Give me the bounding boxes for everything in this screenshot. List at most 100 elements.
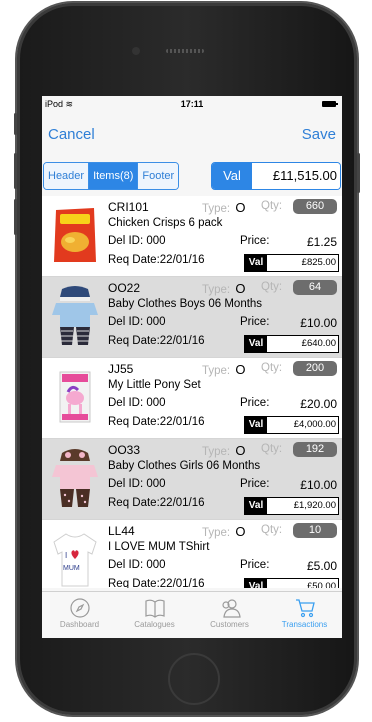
price-value: £5.00 (306, 559, 337, 573)
qty-badge[interactable]: 660 (293, 199, 337, 214)
type-value[interactable]: O (235, 524, 245, 539)
svg-text:I: I (65, 551, 67, 560)
req-date: Req Date:22/01/16 (108, 578, 205, 588)
app-screen: iPod ≋ 17:11 Cancel Save Header Items(8)… (42, 96, 342, 638)
del-id: Del ID: 000 (108, 478, 166, 490)
qty-badge[interactable]: 64 (293, 280, 337, 295)
crisps-packet-image (54, 208, 96, 262)
item-name: Baby Clothes Girls 06 Months (108, 460, 261, 472)
baby-girl-outfit-image (52, 449, 98, 507)
qty-label: Qty: (261, 362, 283, 374)
tab-transactions-label: Transactions (281, 620, 328, 629)
line-value-label: Val (245, 417, 267, 433)
qty-badge[interactable]: 10 (293, 523, 337, 538)
qty-label: Qty: (261, 200, 283, 212)
del-id: Del ID: 000 (108, 397, 166, 409)
segment-items[interactable]: Items(8) (88, 163, 138, 189)
price-value: £1.25 (306, 235, 337, 249)
line-value: Val £825.00 (244, 254, 339, 272)
price-value: £10.00 (300, 316, 337, 330)
price-label: Price: (240, 235, 270, 247)
list-item[interactable]: OO33 Baby Clothes Girls 06 Months Del ID… (42, 439, 342, 520)
line-value-label: Val (245, 255, 267, 271)
item-list[interactable]: CRI101 Chicken Crisps 6 pack Del ID: 000… (42, 196, 342, 588)
type-label: Type: (202, 284, 231, 296)
order-total-amount: £11,515.00 (252, 163, 340, 189)
req-date: Req Date:22/01/16 (108, 335, 205, 347)
item-code: OO33 (108, 443, 141, 457)
price-label: Price: (240, 559, 270, 571)
type-value[interactable]: O (235, 281, 245, 296)
tab-dashboard[interactable]: Dashboard (42, 592, 117, 638)
tab-transactions[interactable]: Transactions (267, 592, 342, 638)
list-item[interactable]: OO22 Baby Clothes Boys 06 Months Del ID:… (42, 277, 342, 358)
baby-boy-outfit-image (52, 286, 98, 345)
line-value-amount: £4,000.00 (293, 419, 336, 430)
order-total: Val £11,515.00 (211, 162, 341, 190)
cancel-button[interactable]: Cancel (48, 126, 95, 143)
segment-header[interactable]: Header (44, 163, 89, 189)
item-name: My Little Pony Set (108, 379, 201, 391)
book-icon (144, 599, 165, 618)
line-value: Val £4,000.00 (244, 416, 339, 434)
front-camera (132, 47, 140, 55)
navigation-bar: Cancel Save (42, 114, 342, 154)
type-label: Type: (202, 203, 231, 215)
line-value-label: Val (245, 336, 267, 352)
compass-icon (69, 598, 90, 618)
type-value[interactable]: O (235, 200, 245, 215)
type-field: Type: O (202, 281, 245, 296)
line-value-amount: £825.00 (301, 257, 336, 268)
type-label: Type: (202, 446, 231, 458)
svg-text:MUM: MUM (63, 565, 80, 572)
home-button[interactable] (168, 653, 220, 705)
line-value-label: Val (245, 579, 267, 588)
type-label: Type: (202, 365, 231, 377)
del-id: Del ID: 000 (108, 235, 166, 247)
type-field: Type: O (202, 524, 245, 539)
qty-badge[interactable]: 200 (293, 361, 337, 376)
list-item[interactable]: JJ55 My Little Pony Set Del ID: 000 Req … (42, 358, 342, 439)
line-value-label: Val (245, 498, 267, 514)
type-field: Type: O (202, 362, 245, 377)
type-value[interactable]: O (235, 362, 245, 377)
qty-badge[interactable]: 192 (293, 442, 337, 457)
volume-down-button (14, 199, 17, 235)
people-icon (221, 599, 241, 618)
qty-label: Qty: (261, 524, 283, 536)
power-button (357, 153, 360, 193)
req-date: Req Date:22/01/16 (108, 254, 205, 266)
list-item[interactable]: CRI101 Chicken Crisps 6 pack Del ID: 000… (42, 196, 342, 277)
save-button[interactable]: Save (302, 126, 336, 143)
item-name: Baby Clothes Boys 06 Months (108, 298, 263, 310)
volume-up-button (14, 153, 17, 189)
qty-label: Qty: (261, 281, 283, 293)
req-date: Req Date:22/01/16 (108, 416, 205, 428)
segment-footer[interactable]: Footer (137, 163, 179, 189)
status-bar: iPod ≋ 17:11 (42, 96, 342, 114)
list-item[interactable]: I MUM LL44 I LOVE MUM TShirt Del ID: 000… (42, 520, 342, 588)
item-name: I LOVE MUM TShirt (108, 541, 210, 553)
price-value: £20.00 (300, 397, 337, 411)
line-value: Val £1,920.00 (244, 497, 339, 515)
section-segmented-control: Header Items(8) Footer (43, 162, 180, 190)
item-name: Chicken Crisps 6 pack (108, 217, 223, 229)
type-value[interactable]: O (235, 443, 245, 458)
mute-switch (14, 113, 17, 135)
qty-label: Qty: (261, 443, 283, 455)
tab-bar: Dashboard Catalogues Customers Transacti… (42, 591, 342, 638)
tab-catalogues[interactable]: Catalogues (117, 592, 192, 638)
type-field: Type: O (202, 443, 245, 458)
price-label: Price: (240, 397, 270, 409)
tab-customers[interactable]: Customers (192, 592, 267, 638)
cart-icon (295, 599, 315, 618)
clock: 17:11 (180, 99, 204, 109)
order-total-label: Val (212, 163, 252, 189)
tab-customers-label: Customers (210, 620, 249, 629)
line-value: Val £50.00 (244, 578, 339, 588)
item-code: LL44 (108, 524, 135, 538)
del-id: Del ID: 000 (108, 316, 166, 328)
item-code: OO22 (108, 281, 141, 295)
type-label: Type: (202, 527, 231, 539)
price-value: £10.00 (300, 478, 337, 492)
